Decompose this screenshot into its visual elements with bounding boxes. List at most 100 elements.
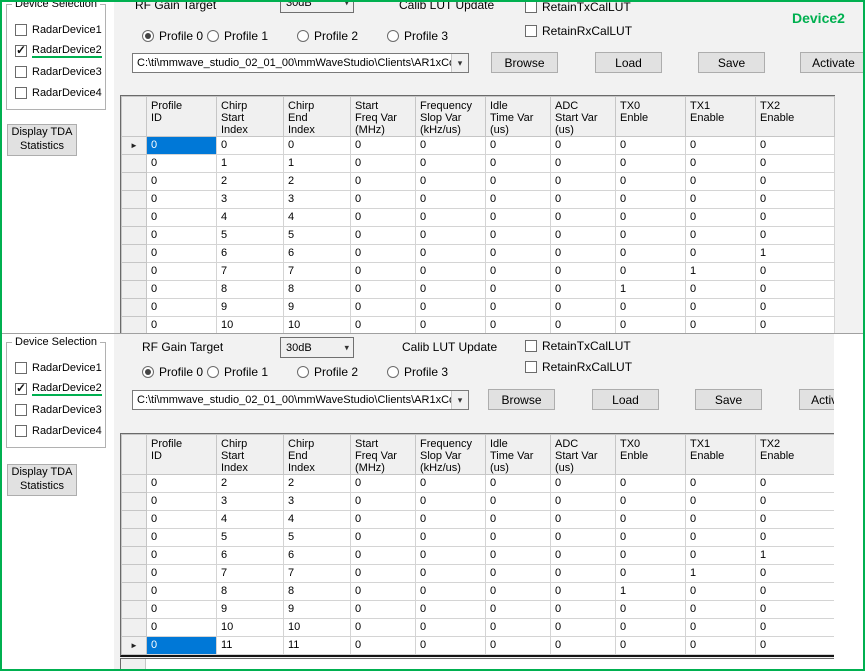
grid-cell[interactable]: 0 — [755, 316, 835, 333]
row-marker[interactable] — [121, 528, 147, 547]
column-header[interactable]: TX2 Enable — [755, 434, 834, 475]
grid-cell[interactable]: 8 — [216, 582, 284, 601]
grid-cell[interactable]: 6 — [283, 244, 351, 263]
grid-cell[interactable]: 0 — [146, 244, 217, 263]
grid-cell[interactable]: 0 — [550, 262, 616, 281]
row-marker[interactable] — [121, 244, 147, 263]
grid-cell[interactable]: 0 — [485, 172, 551, 191]
row-marker[interactable] — [121, 208, 147, 227]
grid-cell[interactable]: 8 — [283, 582, 351, 601]
grid-cell[interactable]: 0 — [146, 492, 217, 511]
grid-cell[interactable]: 0 — [755, 600, 834, 619]
grid-cell[interactable]: 0 — [146, 510, 217, 529]
grid-cell[interactable]: 0 — [615, 226, 686, 245]
grid-cell[interactable]: 6 — [216, 244, 284, 263]
grid-cell[interactable]: 0 — [615, 172, 686, 191]
grid-cell[interactable]: 0 — [350, 226, 416, 245]
grid-cell[interactable]: 0 — [550, 190, 616, 209]
grid-cell[interactable]: 0 — [146, 280, 217, 299]
grid-cell[interactable]: 0 — [615, 528, 686, 547]
checkbox-radardevice4[interactable]: RadarDevice4 — [15, 86, 102, 100]
grid-cell[interactable]: 10 — [216, 618, 284, 637]
activate-button[interactable]: Activate — [800, 52, 863, 73]
grid-cell[interactable]: 1 — [615, 280, 686, 299]
grid-cell[interactable]: 0 — [146, 316, 217, 333]
row-marker[interactable] — [121, 618, 147, 637]
grid-cell[interactable]: 0 — [485, 582, 551, 601]
grid-cell[interactable]: 0 — [415, 244, 486, 263]
grid-cell[interactable]: 0 — [685, 316, 756, 333]
row-marker[interactable] — [121, 172, 147, 191]
chevron-down-icon[interactable]: ▾ — [451, 54, 468, 72]
grid-cell[interactable]: 0 — [485, 564, 551, 583]
grid-cell[interactable]: 4 — [216, 208, 284, 227]
grid-cell[interactable]: 0 — [685, 636, 756, 655]
grid-cell[interactable]: 0 — [550, 244, 616, 263]
grid-cell[interactable]: 0 — [615, 244, 686, 263]
grid-cell[interactable]: 0 — [755, 208, 835, 227]
grid-cell[interactable]: 0 — [146, 528, 217, 547]
grid-cell[interactable]: 10 — [283, 316, 351, 333]
grid-cell[interactable]: 0 — [350, 172, 416, 191]
grid-cell[interactable]: 0 — [550, 154, 616, 173]
grid-cell[interactable]: 0 — [550, 316, 616, 333]
column-header[interactable]: ADC Start Var (us) — [550, 434, 616, 475]
row-marker[interactable] — [121, 474, 147, 493]
grid-cell[interactable]: 0 — [415, 172, 486, 191]
rf-gain-dropdown[interactable]: 30dB ▾ — [280, 2, 354, 13]
grid-cell[interactable]: 0 — [755, 564, 834, 583]
activate-button[interactable]: Activate — [799, 389, 834, 410]
grid-cell[interactable]: 0 — [615, 618, 686, 637]
grid-cell[interactable]: 1 — [755, 546, 834, 565]
grid-cell[interactable]: 0 — [415, 528, 486, 547]
grid-cell[interactable]: 0 — [685, 208, 756, 227]
grid-cell[interactable]: 0 — [550, 492, 616, 511]
grid-cell[interactable]: 1 — [615, 582, 686, 601]
grid-cell[interactable]: 0 — [755, 492, 834, 511]
profile-0-radio[interactable]: Profile 0 — [142, 365, 203, 379]
grid-cell[interactable]: 0 — [685, 244, 756, 263]
grid-cell[interactable]: 0 — [350, 582, 416, 601]
grid-cell[interactable]: 0 — [550, 226, 616, 245]
retain-tx-callut-checkbox[interactable]: RetainTxCalLUT — [525, 2, 631, 14]
grid-cell[interactable]: 0 — [415, 582, 486, 601]
grid-cell[interactable]: 1 — [216, 154, 284, 173]
grid-cell[interactable]: 0 — [146, 546, 217, 565]
column-header[interactable]: Chirp Start Index — [216, 434, 284, 475]
row-marker[interactable]: ► — [121, 636, 147, 655]
grid-cell[interactable]: 0 — [146, 226, 217, 245]
grid-cell[interactable]: 0 — [415, 564, 486, 583]
grid-cell[interactable]: 0 — [146, 618, 217, 637]
grid-cell[interactable]: 0 — [755, 618, 834, 637]
row-marker[interactable]: ► — [121, 136, 147, 155]
grid-cell[interactable]: 1 — [685, 262, 756, 281]
grid-cell[interactable]: 0 — [485, 190, 551, 209]
checkbox-radardevice2[interactable]: RadarDevice2 — [15, 381, 102, 396]
checkbox-radardevice1[interactable]: RadarDevice1 — [15, 361, 102, 375]
grid-cell[interactable]: 2 — [283, 172, 351, 191]
grid-cell[interactable]: 0 — [685, 618, 756, 637]
browse-button[interactable]: Browse — [488, 389, 555, 410]
grid-cell[interactable]: 0 — [350, 546, 416, 565]
grid-cell[interactable]: 1 — [283, 154, 351, 173]
grid-cell[interactable]: 10 — [216, 316, 284, 333]
grid-cell[interactable]: 0 — [350, 600, 416, 619]
grid-cell[interactable]: 3 — [283, 492, 351, 511]
grid-cell[interactable]: 0 — [685, 582, 756, 601]
grid-cell[interactable]: 0 — [615, 564, 686, 583]
grid-cell[interactable]: 0 — [350, 510, 416, 529]
display-tda-statistics-button[interactable]: Display TDA Statistics — [7, 124, 77, 156]
retain-tx-callut-checkbox[interactable]: RetainTxCalLUT — [525, 339, 631, 353]
grid-cell[interactable]: 0 — [685, 546, 756, 565]
grid-cell[interactable]: 0 — [485, 280, 551, 299]
grid-cell[interactable]: 10 — [283, 618, 351, 637]
browse-button[interactable]: Browse — [491, 52, 558, 73]
grid-cell[interactable]: 0 — [485, 546, 551, 565]
grid-cell[interactable]: 0 — [350, 528, 416, 547]
grid-cell[interactable]: 0 — [685, 474, 756, 493]
grid-cell[interactable]: 0 — [415, 280, 486, 299]
grid-cell[interactable]: 8 — [283, 280, 351, 299]
grid-cell[interactable]: 0 — [615, 492, 686, 511]
grid-cell[interactable]: 6 — [216, 546, 284, 565]
grid-cell[interactable]: 0 — [685, 154, 756, 173]
